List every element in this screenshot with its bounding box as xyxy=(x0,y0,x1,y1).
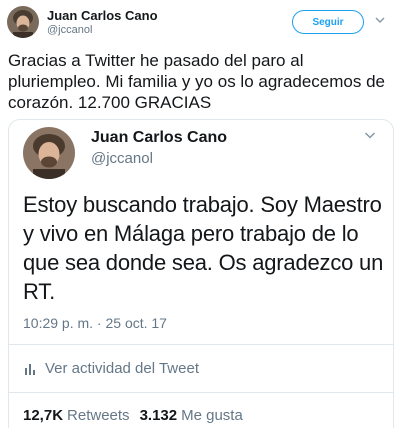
chevron-down-icon[interactable] xyxy=(363,128,377,142)
tweet-stats: 12,7K Retweets 3.132 Me gusta xyxy=(23,407,253,424)
likes-count[interactable]: 3.132 xyxy=(140,407,178,424)
retweets-count[interactable]: 12,7K xyxy=(23,407,63,424)
divider xyxy=(9,392,393,393)
chevron-down-icon[interactable] xyxy=(374,14,386,26)
retweets-label[interactable]: Retweets xyxy=(67,407,130,424)
tweet-activity-link[interactable]: Ver actividad del Tweet xyxy=(23,360,199,377)
outer-avatar[interactable] xyxy=(7,6,39,38)
quoted-tweet-text: Estoy buscando trabajo. Soy Maestro y vi… xyxy=(23,192,384,304)
outer-author-name[interactable]: Juan Carlos Cano xyxy=(47,8,158,23)
quoted-author-handle[interactable]: @jccanol xyxy=(91,150,153,167)
divider xyxy=(9,344,393,345)
follow-button[interactable]: Seguir xyxy=(292,10,364,34)
quoted-avatar[interactable] xyxy=(23,127,75,179)
quoted-tweet-card[interactable]: Juan Carlos Cano @jccanol Estoy buscando… xyxy=(8,119,394,428)
bar-chart-icon xyxy=(23,362,37,376)
likes-label[interactable]: Me gusta xyxy=(181,407,243,424)
tweet-text: Gracias a Twitter he pasado del paro al … xyxy=(8,51,386,112)
tweet-timestamp[interactable]: 10:29 p. m. · 25 oct. 17 xyxy=(23,315,167,331)
quoted-author-name[interactable]: Juan Carlos Cano xyxy=(91,129,227,147)
activity-label: Ver actividad del Tweet xyxy=(45,360,199,377)
outer-author-handle[interactable]: @jccanol xyxy=(47,24,92,36)
